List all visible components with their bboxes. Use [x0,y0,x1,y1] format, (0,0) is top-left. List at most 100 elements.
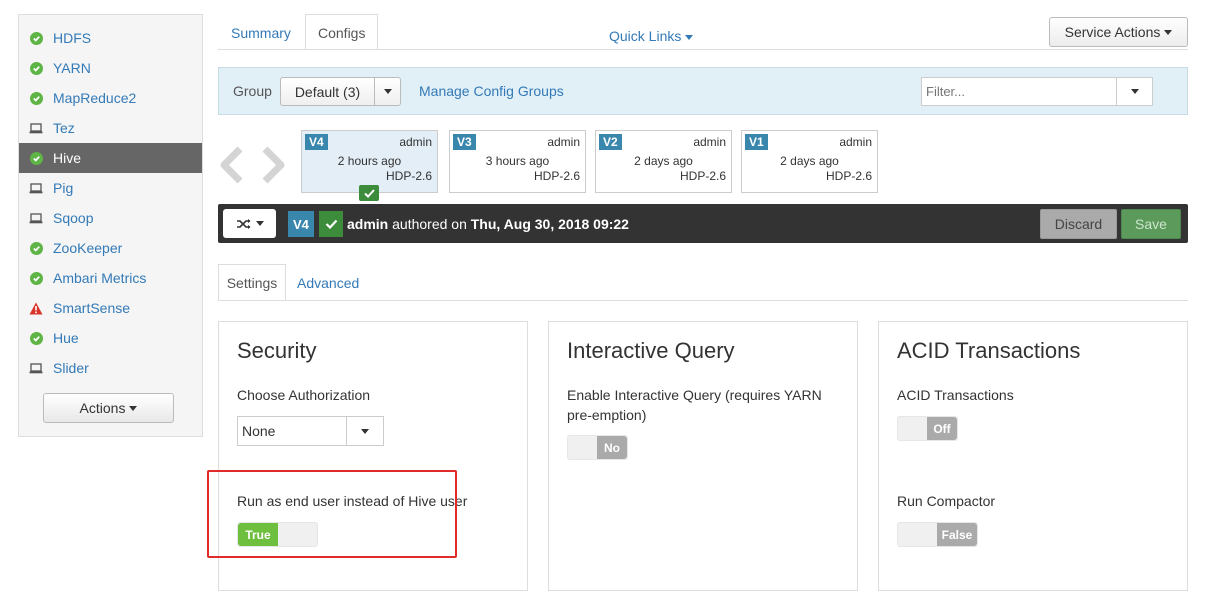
sidebar-item-pig[interactable]: Pig [19,173,202,203]
version-time: 2 hours ago [337,154,402,168]
settings-tabs-divider [218,300,1188,301]
version-time: 2 days ago [780,154,839,168]
highlight-box [207,470,457,558]
current-check-icon [319,211,343,237]
run-compactor-toggle[interactable]: False [897,522,978,547]
sidebar-item-slider[interactable]: Slider [19,353,202,383]
save-button[interactable]: Save [1121,209,1181,239]
next-version-icon[interactable] [261,146,287,187]
version-user: admin [547,135,580,149]
toggle-value: Off [927,417,957,440]
check-circle-icon [29,241,43,255]
group-select[interactable]: Default (3) [280,77,401,106]
laptop-icon [29,181,43,195]
tab-summary[interactable]: Summary [231,25,291,41]
sidebar-item-hdfs[interactable]: HDFS [19,23,202,53]
version-box-v3[interactable]: V3 admin 3 hours ago HDP-2.6 [449,130,586,193]
acid-transactions-panel: ACID Transactions ACID Transactions Off … [878,321,1188,591]
sidebar-item-zookeeper[interactable]: ZooKeeper [19,233,202,263]
manage-config-groups-link[interactable]: Manage Config Groups [419,83,564,99]
version-stack: HDP-2.6 [533,169,580,183]
service-actions-button[interactable]: Service Actions [1049,17,1188,47]
check-circle-icon [29,271,43,285]
laptop-icon [29,361,43,375]
authored-date: Thu, Aug 30, 2018 09:22 [470,216,629,232]
sidebar-item-label: Pig [53,180,74,196]
laptop-icon [29,211,43,225]
run-compactor-label: Run Compactor [897,493,996,509]
caret-down-icon [347,417,383,445]
enable-interactive-query-label: Enable Interactive Query (requires YARN … [567,387,822,423]
check-circle-icon [29,31,43,45]
prev-version-icon[interactable] [218,146,244,187]
sidebar-item-label: Slider [53,360,89,376]
sidebar-item-label: Hive [53,150,82,166]
compare-versions-button[interactable] [223,209,276,238]
current-version-bar: V4 admin authored on Thu, Aug 30, 2018 0… [218,204,1188,243]
choose-authorization-label: Choose Authorization [237,387,371,403]
interactive-query-panel: Interactive Query Enable Interactive Que… [548,321,858,591]
tab-advanced[interactable]: Advanced [297,275,359,291]
sidebar-item-label: Hue [53,330,79,346]
tabs-divider [218,49,1188,50]
sidebar-item-mapreduce2[interactable]: MapReduce2 [19,83,202,113]
version-box-v2[interactable]: V2 admin 2 days ago HDP-2.6 [595,130,732,193]
version-tag: V4 [305,134,328,150]
sidebar-item-hive[interactable]: Hive [19,143,202,173]
sidebar-item-sqoop[interactable]: Sqoop [19,203,202,233]
toggle-value: No [597,436,627,459]
version-box-v4[interactable]: V4 admin 2 hours ago HDP-2.6 [301,130,438,193]
tab-configs[interactable]: Configs [305,14,379,50]
filter-dropdown-toggle[interactable] [1116,78,1152,105]
version-user: admin [839,135,872,149]
filter-box [921,77,1153,106]
authorization-select[interactable]: None [237,416,384,446]
service-actions-label: Service Actions [1064,24,1161,40]
check-circle-icon [29,331,43,345]
sidebar-actions-button[interactable]: Actions [43,393,174,423]
caret-down-icon [375,78,400,105]
sidebar-item-label: YARN [53,60,91,76]
check-circle-icon [29,91,43,105]
authored-info: admin authored on Thu, Aug 30, 2018 09:2… [347,216,629,232]
caret-down-icon [1164,29,1173,35]
check-circle-icon [29,151,43,165]
sidebar-item-label: Ambari Metrics [53,270,147,286]
version-user: admin [693,135,726,149]
sidebar-item-hue[interactable]: Hue [19,323,202,353]
tab-settings[interactable]: Settings [218,264,286,301]
sidebar-item-yarn[interactable]: YARN [19,53,202,83]
acid-transactions-toggle[interactable]: Off [897,416,958,441]
discard-button[interactable]: Discard [1040,209,1117,239]
quick-links-dropdown[interactable]: Quick Links [609,28,694,44]
group-label: Group [233,83,272,99]
acid-transactions-label: ACID Transactions [897,387,1014,403]
version-time: 2 days ago [634,154,693,168]
version-box-v1[interactable]: V1 admin 2 days ago HDP-2.6 [741,130,878,193]
version-stack: HDP-2.6 [385,169,432,183]
sidebar-item-tez[interactable]: Tez [19,113,202,143]
laptop-icon [29,121,43,135]
version-tag: V2 [599,134,622,150]
current-version-tag: V4 [288,211,314,237]
panel-title: Interactive Query [567,338,735,363]
sidebar-item-smartsense[interactable]: SmartSense [19,293,202,323]
config-group-bar: Group Default (3) Manage Config Groups [218,67,1188,115]
actions-label: Actions [79,400,126,416]
panel-title: Security [237,338,317,363]
check-circle-icon [29,61,43,75]
sidebar-item-label: Sqoop [53,210,94,226]
sidebar-item-ambari-metrics[interactable]: Ambari Metrics [19,263,202,293]
sidebar-item-label: ZooKeeper [53,240,123,256]
warning-triangle-icon [29,301,43,315]
authorization-value: None [238,417,347,445]
filter-input[interactable] [922,78,1116,105]
sidebar-item-label: MapReduce2 [53,90,137,106]
interactive-query-toggle[interactable]: No [567,435,628,460]
sidebar-item-label: Tez [53,120,75,136]
authored-text: authored on [392,216,467,232]
version-tag: V3 [453,134,476,150]
quick-links-label: Quick Links [609,28,682,44]
sidebar-item-label: HDFS [53,30,92,46]
services-sidebar: HDFS YARN MapReduce2 Tez Hive Pig Sqoop [18,14,203,437]
